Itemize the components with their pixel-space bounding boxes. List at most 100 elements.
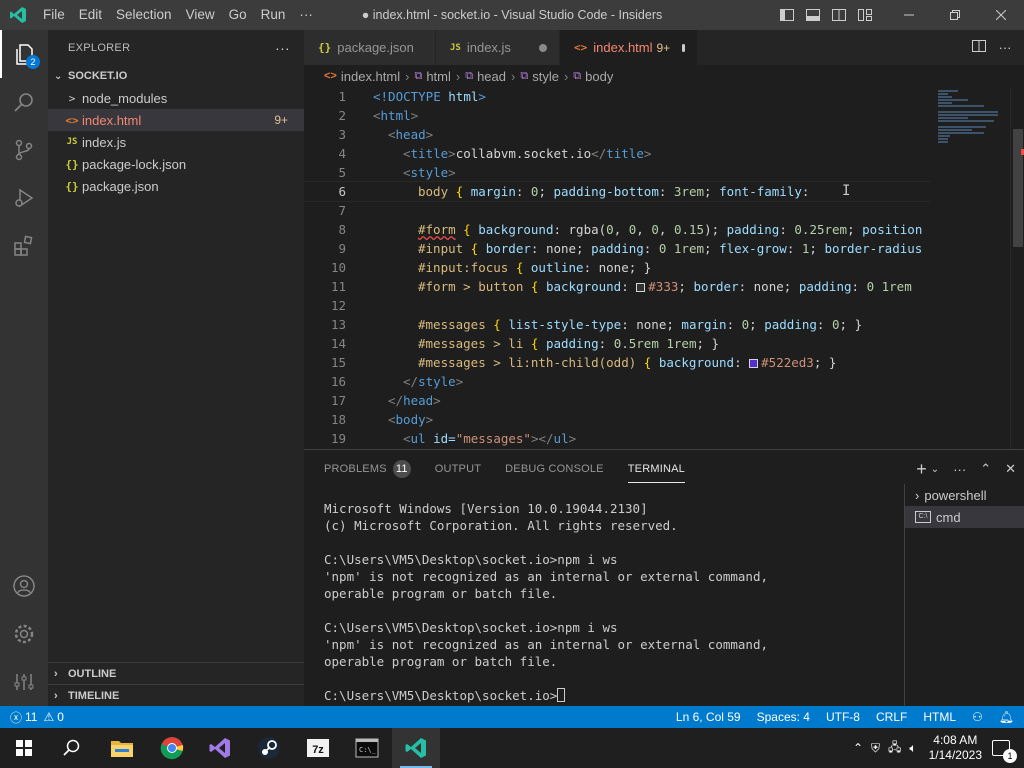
cursor-position[interactable]: Ln 6, Col 59 xyxy=(676,710,741,724)
menu-bar: File Edit Selection View Go Run ··· xyxy=(36,0,320,30)
minimap-line xyxy=(938,114,998,116)
terminal-item-cmd[interactable]: C:\ cmd xyxy=(905,506,1024,528)
minimize-icon[interactable] xyxy=(886,0,932,30)
language-mode[interactable]: HTML xyxy=(923,710,956,724)
menu-selection[interactable]: Selection xyxy=(109,0,179,30)
minimap[interactable] xyxy=(930,87,1010,449)
chevron-down-icon[interactable]: ⌄ xyxy=(931,464,939,475)
code-editor[interactable]: 1 <!DOCTYPE html> 2 <html> 3 <head> 4 <title… xyxy=(304,87,930,449)
volume-icon[interactable]: 🔈︎ xyxy=(909,741,916,756)
visual-studio-icon[interactable] xyxy=(196,728,244,768)
chevron-up-icon[interactable]: ⌃ xyxy=(853,741,863,755)
color-swatch-333[interactable] xyxy=(636,283,646,292)
chevron-right-icon: › xyxy=(511,68,516,84)
toggle-sidebar-icon[interactable] xyxy=(774,0,800,30)
editor-scrollbar[interactable] xyxy=(1010,87,1024,449)
timeline-section[interactable]: › TIMELINE xyxy=(48,684,304,706)
toggle-panel-icon[interactable] xyxy=(800,0,826,30)
tree-item-label: node_modules xyxy=(82,90,168,106)
unsaved-dot-icon[interactable] xyxy=(538,43,547,52)
terminal-output[interactable]: Microsoft Windows [Version 10.0.19044.21… xyxy=(324,500,904,704)
tree-item-package-lock-json[interactable]: {} package-lock.json xyxy=(48,153,304,175)
menu-go[interactable]: Go xyxy=(222,0,254,30)
7zip-icon[interactable]: 7z xyxy=(294,728,342,768)
terminal-item-powershell[interactable]: › powershell xyxy=(905,484,1024,506)
terminal-prompt-line[interactable]: C:\Users\VM5\Desktop\socket.io> xyxy=(324,687,904,704)
indentation[interactable]: Spaces: 4 xyxy=(757,710,810,724)
steam-icon[interactable] xyxy=(245,728,293,768)
folder-socket-io[interactable]: ⌄ SOCKET.IO xyxy=(48,65,304,87)
tree-item-index-js[interactable]: JS index.js xyxy=(48,131,304,153)
code-token: { xyxy=(455,222,479,237)
customize-layout-icon[interactable] xyxy=(852,0,878,30)
extensions-icon[interactable] xyxy=(0,222,48,270)
more-actions-icon[interactable]: ··· xyxy=(992,40,1018,55)
new-terminal-plus-icon[interactable]: + xyxy=(916,459,927,480)
restore-icon[interactable] xyxy=(932,0,978,30)
taskbar-search-icon[interactable] xyxy=(48,728,96,768)
maximize-panel-icon[interactable]: ⌃ xyxy=(980,461,991,477)
feedback-icon[interactable]: ⚇ xyxy=(972,710,983,724)
more-actions-icon[interactable]: ··· xyxy=(953,462,966,477)
tree-item-label: package.json xyxy=(82,178,159,194)
tree-item-package-json[interactable]: {} package.json xyxy=(48,175,304,197)
customize-icon[interactable] xyxy=(0,658,48,706)
notifications-bell-icon[interactable]: 🔔︎ xyxy=(999,710,1014,724)
clock[interactable]: 4:08 AM 1/14/2023 xyxy=(929,733,982,763)
code-line: 18 <body> xyxy=(304,410,930,429)
chrome-icon[interactable] xyxy=(148,728,196,768)
breadcrumb-file[interactable]: <> index.html xyxy=(324,69,400,84)
menu-file[interactable]: File xyxy=(36,0,72,30)
tree-item-node-modules[interactable]: > node_modules xyxy=(48,87,304,109)
run-debug-icon[interactable] xyxy=(0,174,48,222)
breadcrumb-body[interactable]: › ⧉ body xyxy=(559,69,613,84)
tab-index-html[interactable]: <> index.html 9+ xyxy=(560,30,698,65)
color-swatch-522ed3[interactable] xyxy=(749,359,759,368)
tab-output[interactable]: OUTPUT xyxy=(435,450,481,488)
menu-more[interactable]: ··· xyxy=(292,0,320,30)
security-icon[interactable]: ⛨ xyxy=(871,741,880,756)
menu-edit[interactable]: Edit xyxy=(72,0,109,30)
tab-index-js[interactable]: JS index.js xyxy=(436,30,560,65)
close-window-icon[interactable] xyxy=(978,0,1024,30)
split-editor-icon[interactable] xyxy=(966,40,992,55)
tab-problems[interactable]: PROBLEMS 11 xyxy=(324,450,411,488)
source-control-icon[interactable] xyxy=(0,126,48,174)
encoding[interactable]: UTF-8 xyxy=(826,710,860,724)
breadcrumb-head[interactable]: › ⧉ head xyxy=(451,69,506,84)
file-explorer-icon[interactable] xyxy=(98,728,146,768)
manage-gear-icon[interactable] xyxy=(0,610,48,658)
close-panel-icon[interactable]: ✕ xyxy=(1005,461,1016,477)
end-of-line[interactable]: CRLF xyxy=(876,710,907,724)
toggle-secondary-sidebar-icon[interactable] xyxy=(826,0,852,30)
explorer-icon[interactable]: 2 xyxy=(0,30,48,78)
tab-package-json[interactable]: {} package.json xyxy=(304,30,436,65)
vscode-insiders-taskbar-icon[interactable] xyxy=(392,728,440,768)
breadcrumb-label: index.html xyxy=(340,68,401,84)
explorer-more-icon[interactable]: ··· xyxy=(275,40,290,56)
vscode-insiders-logo-icon xyxy=(0,0,36,30)
accounts-icon[interactable] xyxy=(0,562,48,610)
terminal-line: Microsoft Windows [Version 10.0.19044.21… xyxy=(324,501,648,516)
line-number: 18 xyxy=(330,412,346,427)
menu-view[interactable]: View xyxy=(179,0,222,30)
outline-section[interactable]: › OUTLINE xyxy=(48,662,304,684)
tab-terminal[interactable]: TERMINAL xyxy=(627,450,686,488)
notification-center-icon[interactable]: 1 xyxy=(992,740,1017,763)
tab-debug-console[interactable]: DEBUG CONSOLE xyxy=(505,450,604,488)
start-windows-icon[interactable] xyxy=(0,728,48,768)
menu-run[interactable]: Run xyxy=(254,0,293,30)
problems-status[interactable]: ⓧ 11 ⚠ 0 xyxy=(10,709,64,726)
command-prompt-icon[interactable]: C:\_ xyxy=(343,728,391,768)
search-icon[interactable] xyxy=(0,78,48,126)
breadcrumb-style[interactable]: › ⧉ style xyxy=(506,69,559,84)
unsaved-dot-icon[interactable] xyxy=(682,43,685,52)
code-token: { xyxy=(636,355,659,370)
network-icon[interactable]: 🖧︎ xyxy=(888,738,901,759)
scrollbar-thumb[interactable] xyxy=(1013,129,1023,247)
terminal-prompt: C:\Users\VM5\Desktop\socket.io> xyxy=(324,688,558,703)
chevron-right-icon: › xyxy=(405,68,410,84)
code-token: ; } xyxy=(839,317,863,332)
tree-item-index-html[interactable]: <> index.html 9+ xyxy=(48,109,304,131)
breadcrumb-html[interactable]: › ⧉ html xyxy=(400,69,451,84)
